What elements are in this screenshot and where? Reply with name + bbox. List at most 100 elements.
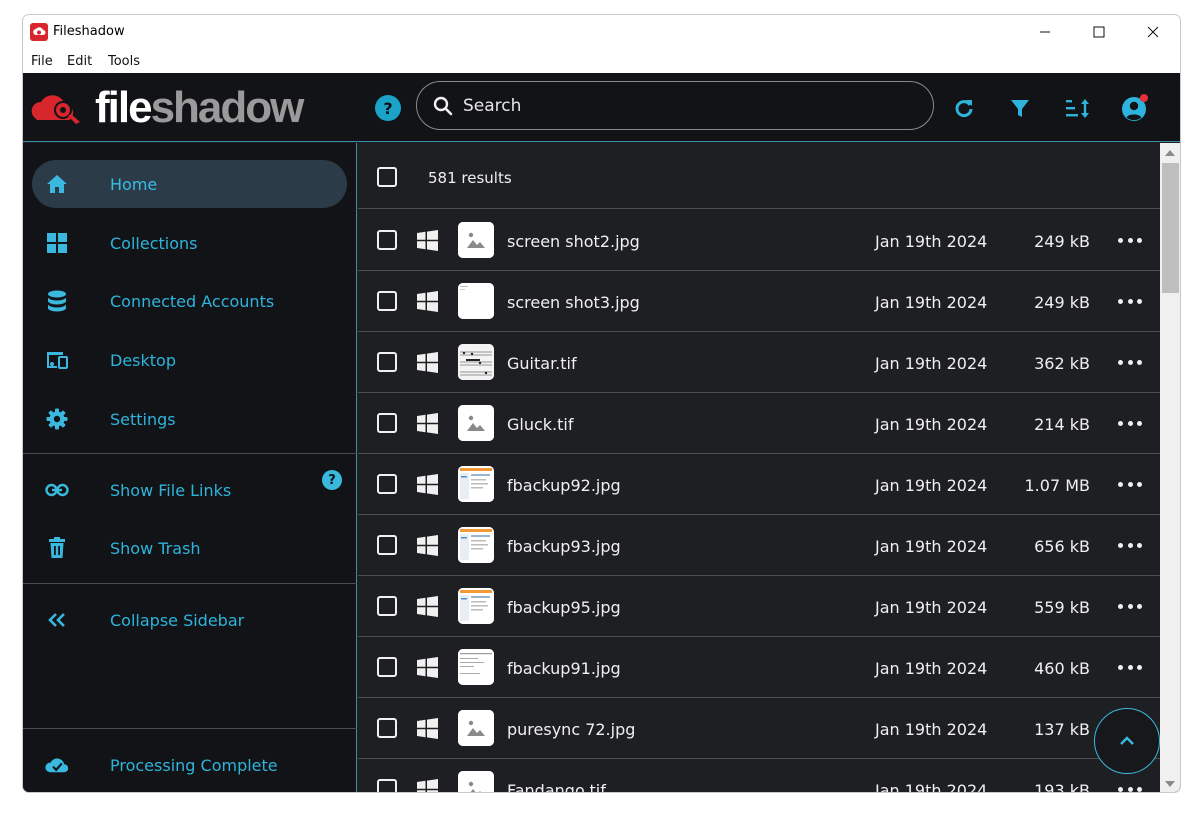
sidebar-item-home[interactable]: Home [32,160,347,208]
file-select-checkbox[interactable] [377,230,397,250]
windows-icon [417,230,438,251]
more-options-button[interactable] [1118,476,1142,492]
maximize-button[interactable] [1072,15,1126,49]
sidebar-divider [23,453,357,454]
file-select-checkbox[interactable] [377,352,397,372]
file-thumbnail[interactable] [458,283,494,319]
windows-icon [417,596,438,617]
file-select-checkbox[interactable] [377,413,397,433]
file-thumbnail[interactable] [458,710,494,746]
home-icon [45,172,69,196]
menu-edit[interactable]: Edit [67,54,92,69]
more-dot-icon [1127,664,1133,670]
more-options-button[interactable] [1118,781,1142,792]
sidebar-item-connected-accounts[interactable]: Connected Accounts [32,277,347,325]
more-options-button[interactable] [1118,415,1142,431]
more-dot-icon [1118,420,1123,426]
file-select-checkbox[interactable] [377,535,397,555]
sidebar-item-show-trash[interactable]: Show Trash [32,524,347,572]
more-options-button[interactable] [1118,537,1142,553]
minimize-button[interactable] [1018,15,1072,49]
menu-tools[interactable]: Tools [108,54,140,69]
file-name[interactable]: Gluck.tif [507,415,573,434]
file-name[interactable]: fbackup95.jpg [507,598,621,617]
file-row[interactable]: fbackup95.jpg Jan 19th 2024 559 kB [358,576,1160,637]
file-select-checkbox[interactable] [377,657,397,677]
refresh-button[interactable] [949,93,979,123]
account-button[interactable] [1120,93,1150,123]
file-links-help-button[interactable]: ? [322,470,342,490]
filter-button[interactable] [1005,93,1035,123]
scroll-thumb[interactable] [1162,163,1179,293]
help-button[interactable]: ? [375,95,401,121]
file-thumbnail[interactable] [458,222,494,258]
file-name[interactable]: Guitar.tif [507,354,577,373]
file-thumbnail[interactable] [458,405,494,441]
file-name[interactable]: fbackup91.jpg [507,659,621,678]
brand-word-shadow: shadow [150,83,305,132]
menu-file[interactable]: File [31,54,53,69]
select-all-checkbox[interactable] [377,167,397,187]
more-dot-icon [1118,359,1123,365]
file-name[interactable]: fbackup92.jpg [507,476,621,495]
more-options-button[interactable] [1118,354,1142,370]
file-name[interactable]: fbackup93.jpg [507,537,621,556]
file-select-checkbox[interactable] [377,291,397,311]
file-thumbnail[interactable] [458,588,494,624]
more-dot-icon [1137,603,1142,609]
search-box[interactable] [416,81,934,130]
file-date: Jan 19th 2024 [875,781,988,793]
file-row[interactable]: Guitar.tif Jan 19th 2024 362 kB [358,332,1160,393]
grid-icon [45,231,69,255]
sidebar-item-settings[interactable]: Settings [32,395,347,443]
more-options-button[interactable] [1118,598,1142,614]
file-row[interactable]: fbackup92.jpg Jan 19th 2024 1.07 MB [358,454,1160,515]
file-name[interactable]: screen shot2.jpg [507,232,640,251]
file-thumbnail[interactable] [458,466,494,502]
brand-logo[interactable]: fileshadow [29,83,305,133]
sidebar-item-desktop[interactable]: Desktop [32,336,347,384]
sidebar-item-collapse-sidebar[interactable]: Collapse Sidebar [32,596,347,644]
file-row[interactable]: screen shot2.jpg Jan 19th 2024 249 kB [358,210,1160,271]
file-thumbnail[interactable] [458,344,494,380]
more-options-button[interactable] [1118,293,1142,309]
search-input[interactable] [463,95,863,116]
link-icon [45,478,69,502]
file-select-checkbox[interactable] [377,596,397,616]
file-row[interactable]: fbackup93.jpg Jan 19th 2024 656 kB [358,515,1160,576]
file-select-checkbox[interactable] [377,718,397,738]
file-row[interactable]: fbackup91.jpg Jan 19th 2024 460 kB [358,637,1160,698]
file-row[interactable]: puresync 72.jpg Jan 19th 2024 137 kB [358,698,1160,759]
file-thumbnail[interactable] [458,527,494,563]
sort-button[interactable] [1063,93,1093,123]
window-title: Fileshadow [53,24,125,39]
file-thumbnail[interactable] [458,649,494,685]
close-icon [1147,26,1159,38]
windows-icon [417,474,438,495]
scroll-down-arrow[interactable] [1165,781,1175,787]
file-size: 249 kB [1034,293,1090,312]
more-options-button[interactable] [1118,232,1142,248]
scroll-to-top-button[interactable] [1094,708,1160,774]
file-row[interactable]: Fandango.tif Jan 19th 2024 193 kB [358,759,1160,793]
file-row[interactable]: Gluck.tif Jan 19th 2024 214 kB [358,393,1160,454]
more-dot-icon [1137,237,1142,243]
close-button[interactable] [1126,15,1180,49]
file-name[interactable]: puresync 72.jpg [507,720,635,739]
windows-icon [417,291,438,312]
sidebar-item-collections[interactable]: Collections [32,219,347,267]
database-icon [45,289,69,313]
file-name[interactable]: Fandango.tif [507,781,606,792]
file-select-checkbox[interactable] [377,779,397,792]
more-options-button[interactable] [1118,659,1142,675]
sidebar-item-show-file-links[interactable]: Show File Links [32,466,347,514]
windows-icon [417,535,438,556]
scroll-up-arrow[interactable] [1165,150,1175,156]
file-row[interactable]: screen shot3.jpg Jan 19th 2024 249 kB [358,271,1160,332]
chevron-up-icon [1120,736,1134,745]
file-select-checkbox[interactable] [377,474,397,494]
brand-cloud-icon [31,95,80,124]
vertical-scrollbar[interactable] [1160,143,1180,792]
file-name[interactable]: screen shot3.jpg [507,293,640,312]
file-thumbnail[interactable] [458,771,494,792]
